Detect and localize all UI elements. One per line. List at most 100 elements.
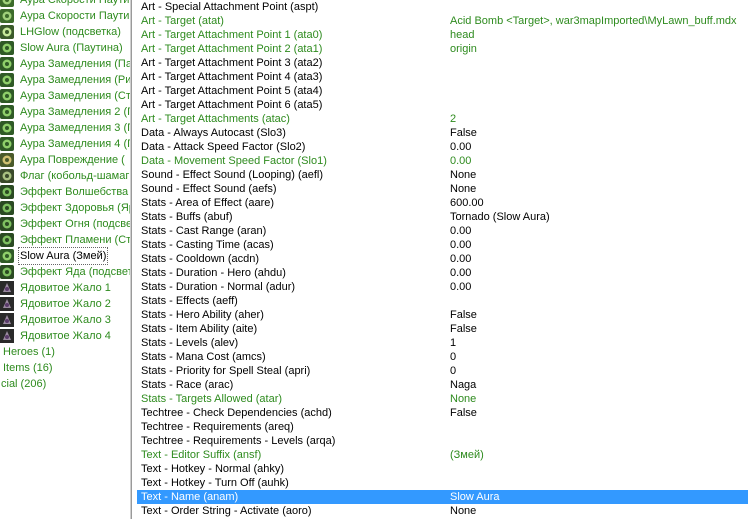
property-row[interactable]: Text - Hotkey - Normal (ahky) bbox=[137, 462, 748, 476]
property-value: Slow Aura bbox=[450, 491, 500, 503]
property-row[interactable]: Stats - Hero Ability (aher) False bbox=[137, 308, 748, 322]
slow-aura-icon bbox=[0, 73, 14, 87]
property-row[interactable]: Stats - Duration - Normal (adur) 0.00 bbox=[137, 280, 748, 294]
property-value: head bbox=[450, 29, 475, 41]
property-row[interactable]: Art - Target (atat) Acid Bomb <Target>, w… bbox=[137, 14, 748, 28]
property-value: None bbox=[450, 183, 477, 195]
property-name: Data - Always Autocast (Slo3) bbox=[141, 127, 286, 139]
property-row[interactable]: Sound - Effect Sound (aefs) None bbox=[137, 182, 748, 196]
property-row[interactable]: Data - Attack Speed Factor (Slo2) 0.00 bbox=[137, 140, 748, 154]
property-value: False bbox=[450, 407, 477, 419]
property-row[interactable]: Data - Movement Speed Factor (Slo1) 0.00 bbox=[137, 154, 748, 168]
property-row[interactable]: Stats - Priority for Spell Steal (apri) 0 bbox=[137, 364, 748, 378]
property-name: Stats - Mana Cost (amcs) bbox=[141, 351, 266, 363]
glow-aura-icon bbox=[0, 25, 14, 39]
property-value: 0.00 bbox=[450, 281, 472, 293]
property-name: Stats - Targets Allowed (atar) bbox=[141, 393, 283, 405]
property-value: 0.00 bbox=[450, 253, 472, 265]
property-row[interactable]: Text - Hotkey - Turn Off (auhk) bbox=[137, 476, 748, 490]
property-row[interactable]: Stats - Buffs (abuf) Tornado (Slow Aura) bbox=[137, 210, 748, 224]
property-row[interactable]: Art - Target Attachment Point 1 (ata0) he… bbox=[137, 28, 748, 42]
property-value: origin bbox=[450, 43, 477, 55]
property-value: 0 bbox=[450, 365, 457, 377]
property-row[interactable]: Stats - Duration - Hero (ahdu) 0.00 bbox=[137, 266, 748, 280]
property-name: Data - Attack Speed Factor (Slo2) bbox=[141, 141, 306, 153]
property-value: Naga bbox=[450, 379, 477, 391]
property-value: 0.00 bbox=[450, 141, 472, 153]
property-row[interactable]: Techtree - Requirements (areq) bbox=[137, 420, 748, 434]
object-tree[interactable]: Аура Скорости Паути Аура Скорости Паути LH… bbox=[0, 0, 130, 519]
tree-category-label: Items (16) bbox=[3, 362, 53, 374]
property-value: 2 bbox=[450, 113, 457, 125]
property-row[interactable]: Art - Target Attachment Point 3 (ata2) bbox=[137, 56, 748, 70]
property-row[interactable]: Art - Target Attachment Point 6 (ata5) bbox=[137, 98, 748, 112]
tree-category-label: Heroes (1) bbox=[3, 346, 55, 358]
property-value: None bbox=[450, 169, 477, 181]
property-name: Stats - Levels (alev) bbox=[141, 337, 239, 349]
property-list[interactable]: Art - Special Attachment Point (aspt) Art… bbox=[137, 0, 748, 519]
property-row[interactable]: Sound - Effect Sound (Looping) (aefl) Non… bbox=[137, 168, 748, 182]
property-row[interactable]: Art - Target Attachments (atac) 2 bbox=[137, 112, 748, 126]
slow-aura-icon bbox=[0, 41, 14, 55]
property-name: Stats - Item Ability (aite) bbox=[141, 323, 258, 335]
property-row[interactable]: Text - Editor Suffix (ansf) (Змей) bbox=[137, 448, 748, 462]
property-name: Stats - Buffs (abuf) bbox=[141, 211, 233, 223]
property-value: (Змей) bbox=[450, 449, 484, 461]
property-row[interactable]: Stats - Race (arac) Naga bbox=[137, 378, 748, 392]
tree-item-label: Аура Замедления (Па bbox=[20, 58, 130, 70]
property-name: Stats - Cooldown (acdn) bbox=[141, 253, 259, 265]
property-row[interactable]: Art - Target Attachment Point 2 (ata1) or… bbox=[137, 42, 748, 56]
property-name: Art - Target Attachment Point 3 (ata2) bbox=[141, 57, 323, 69]
tree-category-label: cial (206) bbox=[1, 378, 47, 390]
slow-aura-icon bbox=[0, 105, 14, 119]
property-name: Techtree - Requirements (areq) bbox=[141, 421, 294, 433]
property-value: 0.00 bbox=[450, 267, 472, 279]
poison-sting-icon bbox=[0, 281, 14, 295]
property-name: Art - Target Attachment Point 6 (ata5) bbox=[141, 99, 323, 111]
property-value: 600.00 bbox=[450, 197, 484, 209]
tree-item-label: Аура Замедления 4 (Г bbox=[20, 138, 130, 150]
property-row[interactable]: Stats - Casting Time (acas) 0.00 bbox=[137, 238, 748, 252]
property-row[interactable]: Art - Target Attachment Point 4 (ata3) bbox=[137, 70, 748, 84]
property-name: Art - Special Attachment Point (aspt) bbox=[141, 1, 319, 13]
property-row[interactable]: Art - Special Attachment Point (aspt) bbox=[137, 0, 748, 14]
property-name: Stats - Cast Range (aran) bbox=[141, 225, 267, 237]
property-row[interactable]: Stats - Levels (alev) 1 bbox=[137, 336, 748, 350]
tree-item-label: Эффект Волшебства bbox=[20, 186, 129, 198]
effect-icon bbox=[0, 201, 14, 215]
property-name: Stats - Casting Time (acas) bbox=[141, 239, 274, 251]
property-row[interactable]: Stats - Mana Cost (amcs) 0 bbox=[137, 350, 748, 364]
property-row[interactable]: Techtree - Requirements - Levels (arqa) bbox=[137, 434, 748, 448]
property-value: None bbox=[450, 393, 477, 405]
property-name: Stats - Priority for Spell Steal (apri) bbox=[141, 365, 311, 377]
property-name: Stats - Area of Effect (aare) bbox=[141, 197, 275, 209]
property-name: Stats - Effects (aeff) bbox=[141, 295, 238, 307]
property-value: False bbox=[450, 309, 477, 321]
property-row[interactable]: Techtree - Check Dependencies (achd) Fals… bbox=[137, 406, 748, 420]
tree-item-label: Эффект Яда (подсвет bbox=[20, 266, 130, 278]
property-row[interactable]: Data - Always Autocast (Slo3) False bbox=[137, 126, 748, 140]
property-name: Text - Hotkey - Turn Off (auhk) bbox=[141, 477, 289, 489]
tree-item-label: Аура Замедления 3 (Г bbox=[20, 122, 130, 134]
tree-item-label: Аура Замедления (Ри bbox=[20, 74, 130, 86]
property-name: Techtree - Requirements - Levels (arqa) bbox=[141, 435, 336, 447]
tree-item-label: Эффект Огня (подсве bbox=[20, 218, 130, 230]
tree-item-label: Аура Скорости Паути bbox=[20, 10, 130, 22]
tree-item-label: Slow Aura (Паутина) bbox=[20, 42, 123, 54]
effect-icon bbox=[0, 265, 14, 279]
property-row[interactable]: Stats - Cast Range (aran) 0.00 bbox=[137, 224, 748, 238]
property-row[interactable]: Stats - Effects (aeff) bbox=[137, 294, 748, 308]
property-row[interactable]: Stats - Item Ability (aite) False bbox=[137, 322, 748, 336]
property-value: 0.00 bbox=[450, 155, 472, 167]
panel-splitter[interactable] bbox=[130, 0, 132, 519]
property-row[interactable]: Text - Name (anam) Slow Aura bbox=[137, 490, 748, 504]
slow-aura-icon bbox=[0, 57, 14, 71]
property-row[interactable]: Stats - Targets Allowed (atar) None bbox=[137, 392, 748, 406]
effect-icon bbox=[0, 233, 14, 247]
property-name: Art - Target Attachment Point 2 (ata1) bbox=[141, 43, 323, 55]
property-row[interactable]: Stats - Area of Effect (aare) 600.00 bbox=[137, 196, 748, 210]
property-name: Text - Order String - Activate (aoro) bbox=[141, 505, 312, 517]
property-row[interactable]: Art - Target Attachment Point 5 (ata4) bbox=[137, 84, 748, 98]
property-row[interactable]: Stats - Cooldown (acdn) 0.00 bbox=[137, 252, 748, 266]
property-row[interactable]: Text - Order String - Activate (aoro) Non… bbox=[137, 504, 748, 518]
